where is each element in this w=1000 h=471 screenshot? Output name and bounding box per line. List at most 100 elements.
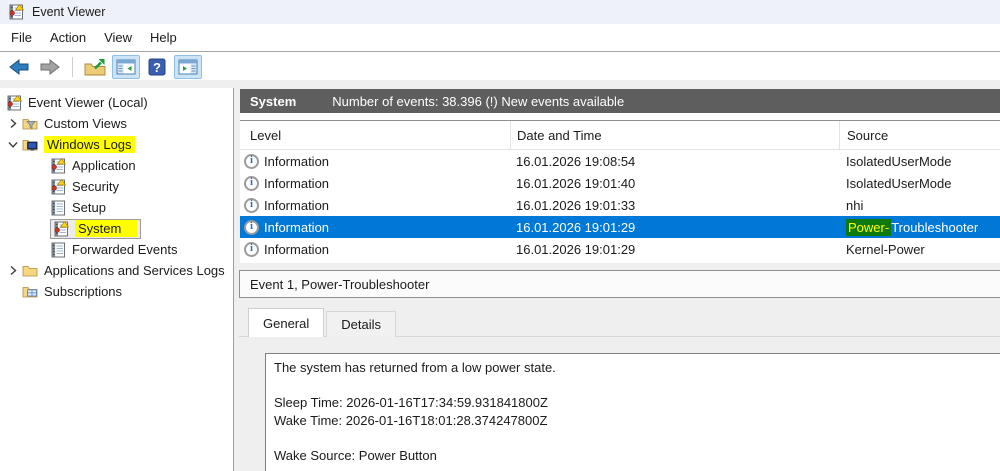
tree-item-label: Forwarded Events: [72, 242, 178, 257]
log-status: Number of events: 38.396 (!) New events …: [332, 94, 624, 109]
chevron-right-icon[interactable]: [4, 117, 22, 130]
windows-logs-icon: [22, 137, 38, 153]
open-saved-log-button[interactable]: [81, 55, 109, 79]
event-viewer-window: Event Viewer File Action View Help Event…: [0, 0, 1000, 471]
search-highlight: Power-: [846, 219, 891, 236]
information-icon: [244, 198, 259, 213]
level-text: Information: [264, 176, 329, 191]
tree-item-event-viewer-local[interactable]: Event Viewer (Local): [0, 92, 233, 113]
date-text: 16.01.2026 19:01:40: [510, 176, 839, 191]
tree-item-label: Subscriptions: [44, 284, 122, 299]
toolbar-separator: [72, 57, 73, 77]
date-text: 16.01.2026 19:01:29: [510, 220, 839, 235]
tree-item-label: System: [75, 220, 137, 237]
source-rest: Troubleshooter: [891, 220, 978, 235]
tree-item-subscriptions[interactable]: Subscriptions: [0, 281, 233, 302]
action-pane-icon: [176, 57, 200, 77]
back-icon: [7, 57, 31, 77]
level-text: Information: [264, 220, 329, 235]
security-log-icon: [50, 179, 66, 195]
tree-item-applications-and-services-logs[interactable]: Applications and Services Logs: [0, 260, 233, 281]
tree-item-custom-views[interactable]: Custom Views: [0, 113, 233, 134]
toggle-console-tree-button[interactable]: [112, 55, 140, 79]
tree-item-forwarded-events[interactable]: Forwarded Events: [0, 239, 233, 260]
folder-icon: [22, 263, 38, 279]
toggle-action-pane-button[interactable]: [174, 55, 202, 79]
column-header-source[interactable]: Source: [839, 121, 1000, 149]
event-row[interactable]: Information 16.01.2026 19:01:29 Kernel-P…: [240, 238, 1000, 260]
custom-views-icon: [22, 116, 38, 132]
window-title: Event Viewer: [32, 5, 105, 19]
event-viewer-icon: [8, 4, 24, 20]
help-button[interactable]: [143, 55, 171, 79]
event-row-selected[interactable]: Information 16.01.2026 19:01:29 Power-Tr…: [240, 216, 1000, 238]
date-text: 16.01.2026 19:01:33: [510, 198, 839, 213]
tree-item-label: Setup: [72, 200, 106, 215]
menu-help[interactable]: Help: [141, 26, 186, 50]
log-name: System: [240, 94, 296, 109]
event-detail-pane: Event 1, Power-Troubleshooter General De…: [239, 270, 1000, 471]
information-icon: [244, 220, 259, 235]
toolbar: [0, 53, 1000, 80]
tree-item-windows-logs[interactable]: Windows Logs: [0, 134, 233, 155]
menu-action[interactable]: Action: [41, 26, 95, 50]
menu-view[interactable]: View: [95, 26, 141, 50]
chevron-down-icon[interactable]: [4, 138, 22, 151]
event-viewer-icon: [6, 95, 22, 111]
level-text: Information: [264, 154, 329, 169]
source-text: Power-Troubleshooter: [839, 220, 1000, 235]
event-detail-title-text: Event 1, Power-Troubleshooter: [250, 277, 429, 292]
tree-item-system[interactable]: System: [0, 218, 233, 239]
detail-tabs: General Details: [248, 308, 398, 337]
tree-item-label: Application: [72, 158, 136, 173]
menu-file[interactable]: File: [2, 26, 41, 50]
tab-details[interactable]: Details: [326, 311, 396, 337]
menu-bar: File Action View Help: [0, 24, 1000, 52]
help-icon: [147, 57, 167, 77]
date-text: 16.01.2026 19:01:29: [510, 242, 839, 257]
console-tree: Event Viewer (Local) Custom Views Window…: [0, 88, 234, 471]
column-header-date-and-time[interactable]: Date and Time: [510, 121, 839, 149]
event-list: Level Date and Time Source Information 1…: [240, 113, 1000, 263]
tree-item-label: Event Viewer (Local): [28, 95, 148, 110]
tree-item-label: Custom Views: [44, 116, 127, 131]
level-text: Information: [264, 198, 329, 213]
log-header-bar: System Number of events: 38.396 (!) New …: [240, 89, 1000, 113]
column-header-level[interactable]: Level: [240, 121, 510, 149]
subscriptions-icon: [22, 284, 38, 300]
source-text: nhi: [839, 198, 1000, 213]
event-row[interactable]: Information 16.01.2026 19:08:54 Isolated…: [240, 150, 1000, 172]
forward-icon: [38, 57, 62, 77]
list-header: Level Date and Time Source: [240, 121, 1000, 150]
tree-item-label: Windows Logs: [44, 136, 135, 153]
tab-general[interactable]: General: [248, 308, 324, 337]
event-row[interactable]: Information 16.01.2026 19:01:40 Isolated…: [240, 172, 1000, 194]
selected-tree-node: System: [50, 219, 141, 239]
open-saved-log-icon: [83, 57, 107, 77]
tree-item-label: Security: [72, 179, 119, 194]
forwarded-events-log-icon: [50, 242, 66, 258]
date-text: 16.01.2026 19:08:54: [510, 154, 839, 169]
event-detail-title: Event 1, Power-Troubleshooter: [239, 270, 1000, 298]
source-text: Kernel-Power: [839, 242, 1000, 257]
tree-item-setup[interactable]: Setup: [0, 197, 233, 218]
console-tree-icon: [114, 57, 138, 77]
tree-item-security[interactable]: Security: [0, 176, 233, 197]
setup-log-icon: [50, 200, 66, 216]
chevron-right-icon[interactable]: [4, 264, 22, 277]
information-icon: [244, 154, 259, 169]
tree-item-application[interactable]: Application: [0, 155, 233, 176]
system-log-icon: [53, 221, 69, 237]
event-description[interactable]: The system has returned from a low power…: [265, 353, 1000, 471]
source-text: IsolatedUserMode: [839, 176, 1000, 191]
tree-item-label: Applications and Services Logs: [44, 263, 225, 278]
application-log-icon: [50, 158, 66, 174]
level-text: Information: [264, 242, 329, 257]
information-icon: [244, 176, 259, 191]
title-bar[interactable]: Event Viewer: [0, 0, 1000, 24]
information-icon: [244, 242, 259, 257]
event-row[interactable]: Information 16.01.2026 19:01:33 nhi: [240, 194, 1000, 216]
source-text: IsolatedUserMode: [839, 154, 1000, 169]
back-button[interactable]: [5, 55, 33, 79]
forward-button[interactable]: [36, 55, 64, 79]
